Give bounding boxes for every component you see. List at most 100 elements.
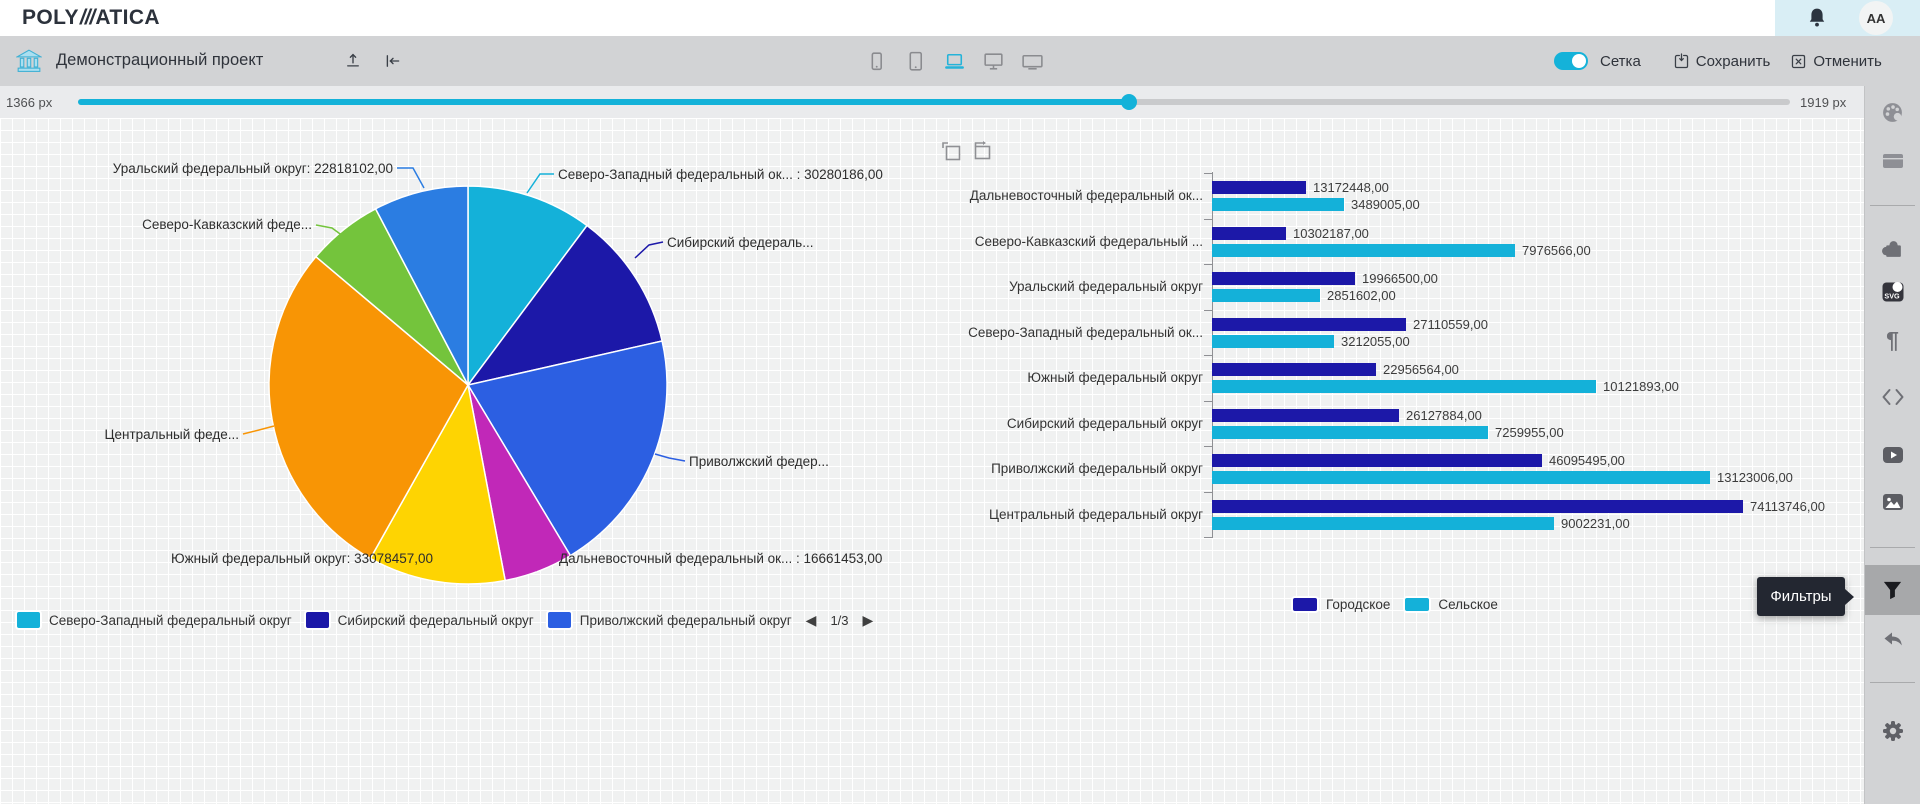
bar-category-label: Уральский федеральный округ [1009,279,1203,294]
cancel-button[interactable]: Отменить [1790,53,1882,70]
bar-urban[interactable] [1212,272,1355,285]
sidebar-item-video[interactable] [1865,433,1920,477]
sidebar-item-plugins[interactable] [1865,226,1920,270]
pie-slice-label: Северо-Кавказский феде... [142,217,312,232]
project-title: Демонстрационный проект [56,51,263,70]
dashboard-canvas[interactable]: Северо-Западный федеральный ок... : 3028… [0,118,1864,804]
bar-urban[interactable] [1212,318,1406,331]
bar-legend-item[interactable]: Городское [1291,596,1390,613]
notifications-bell-icon[interactable] [1805,6,1829,30]
bar-value-label: 74113746,00 [1750,500,1825,514]
bar-category-label: Центральный федеральный округ [989,507,1203,522]
bar-value-label: 19966500,00 [1362,272,1438,286]
bar-axis-tick [1204,492,1212,493]
pie-callout-line [243,426,274,434]
bar-rural[interactable] [1212,289,1320,302]
logo-slashes: /// [80,6,95,29]
pie-legend-item[interactable]: Сибирский федеральный округ [304,610,534,630]
laptop-icon-active[interactable] [942,49,967,74]
legend-page-indicator: 1/3 [830,613,848,628]
export-icon[interactable] [344,52,362,70]
width-slider-track[interactable] [78,99,1790,105]
bar-axis-tick [1204,219,1212,220]
reset-selection-icon[interactable] [972,141,993,162]
legend-prev-page-icon[interactable]: ◀ [804,612,819,629]
slider-min-label: 1366 px [6,95,52,110]
legend-swatch [1291,596,1319,613]
desktop-monitor-icon[interactable] [981,49,1006,74]
sidebar-divider [1870,547,1915,548]
sidebar-item-text[interactable]: ¶ [1865,318,1920,362]
legend-label: Сельское [1438,597,1498,612]
sidebar-item-settings[interactable] [1865,709,1920,753]
collapse-panel-icon[interactable] [384,52,402,70]
bar-urban[interactable] [1212,227,1286,240]
bar-rural[interactable] [1212,198,1344,211]
bar-axis-tick [1204,310,1212,311]
sidebar-item-image[interactable] [1865,480,1920,524]
pie-slice-label: Южный федеральный округ: 33078457,00 [171,551,433,566]
palette-icon [1881,101,1904,124]
legend-label: Северо-Западный федеральный округ [49,613,292,628]
pie-slice-label: Сибирский федераль... [667,235,813,250]
user-avatar[interactable]: AA [1859,1,1893,35]
app-window: POLY///ATICA AA Демонстрационный проект [0,0,1920,804]
bar-chart-tools [941,141,993,162]
bar-category-label: Южный федеральный округ [1027,370,1203,385]
bar-urban[interactable] [1212,500,1743,513]
bar-category-label: Дальневосточный федеральный ок... [970,188,1203,203]
bar-axis-tick [1204,264,1212,265]
width-slider-fill [78,99,1129,105]
sidebar-item-widgets[interactable] [1865,139,1920,183]
zoom-selection-icon[interactable] [941,141,962,162]
cancel-icon [1790,53,1807,70]
bar-rural[interactable] [1212,426,1488,439]
pie-callout-line [397,168,424,188]
tablet-portrait-icon[interactable] [903,49,928,74]
bar-legend: Городское Сельское [1291,596,1498,613]
bar-urban[interactable] [1212,409,1399,422]
bar-urban[interactable] [1212,363,1376,376]
sidebar-item-code[interactable] [1865,375,1920,419]
legend-swatch [15,610,42,630]
bar-urban[interactable] [1212,181,1306,194]
grid-toggle[interactable] [1554,52,1588,70]
header-user-panel: AA [1775,0,1920,36]
device-preview-switcher [864,36,1045,86]
save-button[interactable]: Сохранить [1673,53,1771,70]
bar-category-label: Сибирский федеральный округ [1007,416,1203,431]
logo-poly: POLY [22,6,79,29]
sidebar-item-undo[interactable] [1865,618,1920,662]
legend-next-page-icon[interactable]: ▶ [861,612,876,629]
bar-rural[interactable] [1212,380,1596,393]
slider-max-label: 1919 px [1800,95,1846,110]
filter-icon [1881,579,1904,602]
legend-label: Сибирский федеральный округ [338,613,534,628]
bar-value-label: 26127884,00 [1406,409,1482,423]
app-logo: POLY///ATICA [22,6,160,30]
bar-category-label: Северо-Западный федеральный ок... [968,325,1203,340]
pie-legend-item[interactable]: Северо-Западный федеральный округ [15,610,292,630]
bar-value-label: 27110559,00 [1413,318,1488,332]
bar-rural[interactable] [1212,335,1334,348]
width-slider-thumb[interactable] [1121,94,1137,110]
svg-text:SVG: SVG [1884,292,1900,301]
bar-axis-tick [1204,355,1212,356]
bar-axis-tick [1204,446,1212,447]
bar-rural[interactable] [1212,244,1515,257]
bar-urban[interactable] [1212,454,1542,467]
sidebar-item-svg-export[interactable]: SVG [1865,270,1920,314]
pie-legend-item[interactable]: Приволжский федеральный округ [546,610,792,630]
bar-legend-item[interactable]: Сельское [1403,596,1498,613]
widescreen-monitor-icon[interactable] [1020,49,1045,74]
save-icon [1673,53,1690,70]
bar-rural[interactable] [1212,471,1710,484]
phone-portrait-icon[interactable] [864,49,889,74]
bar-value-label: 46095495,00 [1549,454,1625,468]
sidebar-item-palette[interactable] [1865,90,1920,134]
bar-rural[interactable] [1212,517,1554,530]
svg-export-icon: SVG [1881,281,1905,303]
legend-label: Городское [1326,597,1390,612]
sidebar-item-filters[interactable] [1865,565,1920,615]
pie-callout-line [527,174,554,193]
